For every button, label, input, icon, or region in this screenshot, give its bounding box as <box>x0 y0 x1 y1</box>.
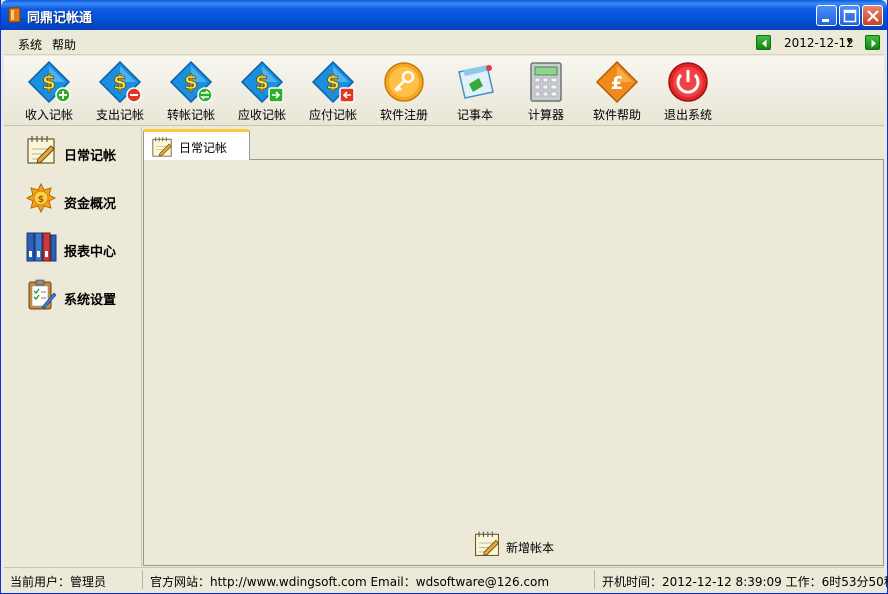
maximize-button[interactable] <box>839 5 860 26</box>
payable-button[interactable]: $ 应付记帐 <box>300 60 366 124</box>
notepad-button[interactable]: 记事本 <box>442 60 508 124</box>
calculator-button[interactable]: 计算器 <box>513 60 579 124</box>
maximize-icon <box>843 9 857 23</box>
date-picker[interactable]: 2012-12-12 <box>784 36 854 50</box>
key-icon <box>384 62 424 102</box>
main-content: 新增帐本 日常记帐 <box>143 127 884 566</box>
register-button[interactable]: 软件注册 <box>371 60 437 124</box>
sidebar: 日常记帐 $ 资金概况 报表中心 系统设置 <box>4 127 142 566</box>
coin-icon: $ <box>25 182 57 214</box>
expense-button[interactable]: $ 支出记帐 <box>87 60 153 124</box>
sidebar-label-settings: 系统设置 <box>64 293 117 308</box>
notepad-label: 记事本 <box>456 108 493 122</box>
close-icon <box>867 10 879 22</box>
new-book-button[interactable]: 新增帐本 <box>472 529 582 561</box>
svg-text:$: $ <box>38 195 44 205</box>
new-notebook-icon <box>475 531 500 557</box>
status-uptime: 开机时间：2012-12-12 8:39:09 工作：6时53分50秒 <box>602 575 888 589</box>
arrow-right-icon <box>871 39 876 48</box>
svg-text:$: $ <box>184 70 198 94</box>
register-label: 软件注册 <box>379 108 428 122</box>
next-date-button[interactable] <box>865 35 880 50</box>
close-button[interactable] <box>862 5 883 26</box>
help-label: 软件帮助 <box>592 108 641 122</box>
svg-text:£: £ <box>611 73 624 94</box>
receivable-label: 应收记帐 <box>237 108 286 122</box>
calculator-label: 计算器 <box>527 108 564 122</box>
chevron-down-icon[interactable]: ▾ <box>847 37 852 47</box>
status-site: 官方网站：http://www.wdingsoft.com Email：wdso… <box>150 575 550 589</box>
notebook-icon <box>152 137 172 157</box>
sidebar-item-daily[interactable]: 日常记帐 <box>24 133 139 173</box>
status-bar: 当前用户：管理员 官方网站：http://www.wdingsoft.com E… <box>4 567 888 591</box>
sidebar-item-funds[interactable]: $ 资金概况 <box>24 181 139 221</box>
receivable-icon: $ <box>240 60 284 104</box>
tab-panel: 新增帐本 <box>143 159 884 566</box>
svg-text:$: $ <box>42 70 56 94</box>
help-icon: £ <box>595 60 639 104</box>
tab-daily-label: 日常记帐 <box>179 141 228 155</box>
sidebar-label-daily: 日常记帐 <box>64 149 117 164</box>
toolbar: $ 收入记帐 $ 支出记帐 $ 转帐记帐 $ 应收记帐 $ 应付记帐 软件注册 … <box>4 56 884 126</box>
sidebar-item-reports[interactable]: 报表中心 <box>24 229 139 269</box>
new-book-label: 新增帐本 <box>506 541 555 555</box>
settings-clipboard-icon <box>28 279 57 310</box>
notepad-icon <box>458 65 494 99</box>
income-button[interactable]: $ 收入记帐 <box>16 60 82 124</box>
exit-button[interactable]: 退出系统 <box>655 60 721 124</box>
title-bar[interactable]: 同鼎记帐通 <box>1 0 887 30</box>
calculator-icon <box>530 62 562 102</box>
minimize-button[interactable] <box>816 5 837 26</box>
income-icon: $ <box>27 60 71 104</box>
payable-label: 应付记帐 <box>308 108 357 122</box>
menu-bar: 系统 帮助 2012-12-12 ▾ <box>4 30 884 55</box>
svg-text:$: $ <box>326 70 340 94</box>
receivable-button[interactable]: $ 应收记帐 <box>229 60 295 124</box>
income-label: 收入记帐 <box>24 108 73 122</box>
transfer-button[interactable]: $ 转帐记帐 <box>158 60 224 124</box>
sidebar-label-funds: 资金概况 <box>64 197 117 212</box>
status-divider <box>142 570 143 589</box>
expense-label: 支出记帐 <box>95 108 144 122</box>
sidebar-label-reports: 报表中心 <box>64 245 117 260</box>
menu-help[interactable]: 帮助 <box>52 36 76 53</box>
help-button[interactable]: £ 软件帮助 <box>584 60 650 124</box>
payable-icon: $ <box>311 60 355 104</box>
power-icon <box>668 62 708 102</box>
svg-text:$: $ <box>113 70 127 94</box>
prev-date-button[interactable] <box>756 35 771 50</box>
menu-system[interactable]: 系统 <box>18 36 42 53</box>
binders-icon <box>26 232 57 262</box>
exit-label: 退出系统 <box>663 108 712 122</box>
app-logo-icon <box>8 7 21 23</box>
window-title: 同鼎记帐通 <box>27 11 93 26</box>
status-divider <box>594 570 595 589</box>
app-window: 同鼎记帐通 系统 帮助 2012-12-12 ▾ $ 收入记帐 $ 支出记帐 $… <box>0 0 888 594</box>
arrow-left-icon <box>762 39 767 48</box>
sidebar-item-settings[interactable]: 系统设置 <box>24 277 139 317</box>
transfer-label: 转帐记帐 <box>166 108 215 122</box>
notebook-icon <box>27 136 55 164</box>
expense-icon: $ <box>98 60 142 104</box>
tab-daily[interactable]: 日常记帐 <box>143 129 250 160</box>
svg-text:$: $ <box>255 70 269 94</box>
transfer-icon: $ <box>169 60 213 104</box>
status-user: 当前用户：管理员 <box>10 575 107 589</box>
minimize-icon <box>822 19 829 22</box>
